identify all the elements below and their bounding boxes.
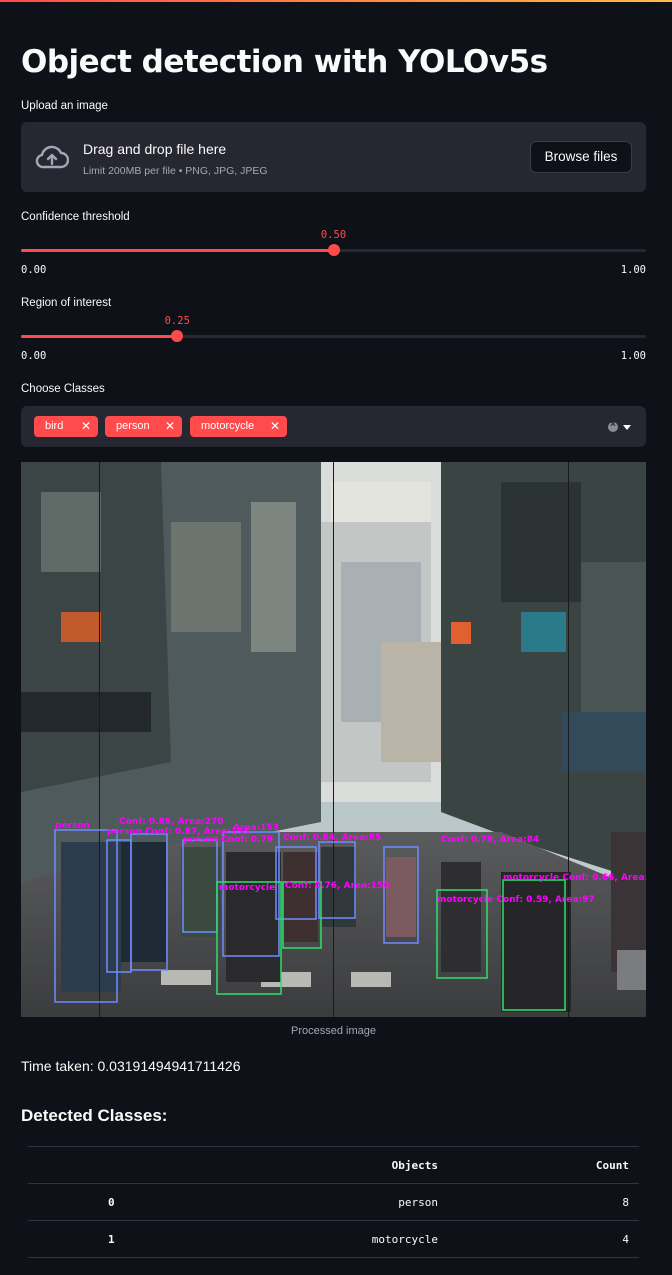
slider-min-label: 0.00 bbox=[21, 264, 47, 276]
region-of-interest-slider[interactable]: 0.25 0.00 1.00 bbox=[21, 315, 646, 362]
class-tag-bird[interactable]: bird ✕ bbox=[34, 416, 98, 437]
remove-tag-icon[interactable]: ✕ bbox=[270, 416, 280, 437]
detection-label: Conf: 0.84, Area:85 bbox=[283, 833, 381, 843]
slider-fill bbox=[21, 335, 178, 338]
slider-max-label: 1.00 bbox=[620, 350, 646, 362]
image-caption: Processed image bbox=[291, 1025, 376, 1037]
classes-multiselect[interactable]: bird ✕ person ✕ motorcycle ✕ bbox=[21, 406, 646, 447]
table-header-count: Count bbox=[448, 1146, 639, 1184]
row-object: person bbox=[228, 1183, 448, 1221]
detection-label: Conf: 0.89, Area:270 bbox=[119, 817, 224, 827]
slider-value: 0.25 bbox=[164, 315, 190, 327]
table-row: 0 person 8 bbox=[28, 1183, 639, 1221]
table-row: 1 motorcycle 4 bbox=[28, 1220, 639, 1258]
table-header-objects: Objects bbox=[228, 1146, 448, 1184]
detection-label: Area:153 bbox=[233, 823, 279, 833]
clear-selection-icon[interactable] bbox=[608, 419, 618, 432]
detection-label: motorcycle Conf: 0.59, Area:97 bbox=[437, 895, 595, 905]
slider-min-label: 0.00 bbox=[21, 350, 47, 362]
slider-fill bbox=[21, 249, 334, 252]
confidence-threshold-slider[interactable]: 0.50 0.00 1.00 bbox=[21, 229, 646, 276]
detection-label: person bbox=[55, 821, 90, 831]
detection-label: person Conf: 0.79 bbox=[183, 835, 273, 845]
app-top-decoration bbox=[0, 0, 672, 2]
class-tag-motorcycle[interactable]: motorcycle ✕ bbox=[190, 416, 287, 437]
row-count: 4 bbox=[448, 1220, 639, 1258]
slider-value: 0.50 bbox=[320, 229, 347, 241]
slider-thumb[interactable] bbox=[171, 330, 184, 342]
row-index: 0 bbox=[28, 1183, 228, 1221]
detected-classes-heading: Detected Classes: bbox=[21, 1106, 168, 1125]
dropzone-title: Drag and drop file here bbox=[83, 141, 227, 157]
time-taken-text: Time taken: 0.03191494941711426 bbox=[21, 1058, 241, 1074]
detected-classes-table: Objects Count 0 person 8 1 motorcycle 4 bbox=[28, 1146, 639, 1258]
slider-thumb[interactable] bbox=[327, 244, 340, 256]
class-tag-label: person bbox=[116, 420, 150, 432]
detection-label: Conf: 0.79, Area:84 bbox=[441, 835, 539, 845]
detection-label: motorcycle bbox=[219, 883, 275, 893]
processed-image: person Conf: 0.89, Area:270 person Conf:… bbox=[21, 462, 646, 1017]
confidence-threshold-label: Confidence threshold bbox=[21, 211, 130, 223]
row-index: 1 bbox=[28, 1220, 228, 1258]
file-uploader-dropzone[interactable]: Drag and drop file here Limit 200MB per … bbox=[21, 122, 646, 192]
class-tag-label: motorcycle bbox=[201, 420, 255, 432]
dropzone-limit-text: Limit 200MB per file • PNG, JPG, JPEG bbox=[83, 165, 268, 177]
remove-tag-icon[interactable]: ✕ bbox=[165, 416, 175, 437]
class-tag-label: bird bbox=[45, 420, 64, 432]
region-of-interest-label: Region of interest bbox=[21, 297, 112, 309]
table-header-row: Objects Count bbox=[28, 1146, 639, 1184]
street-scene-detections: person Conf: 0.89, Area:270 person Conf:… bbox=[21, 462, 646, 1017]
row-count: 8 bbox=[448, 1183, 639, 1221]
class-tag-person[interactable]: person ✕ bbox=[105, 416, 182, 437]
chevron-down-icon[interactable] bbox=[623, 425, 631, 430]
cloud-upload-icon bbox=[35, 145, 69, 169]
choose-classes-label: Choose Classes bbox=[21, 383, 105, 395]
remove-tag-icon[interactable]: ✕ bbox=[81, 416, 91, 437]
table-header-index bbox=[28, 1146, 228, 1184]
slider-max-label: 1.00 bbox=[620, 264, 646, 276]
page-title: Object detection with YOLOv5s bbox=[21, 44, 548, 80]
detection-label: Conf: 0.76, Area:150 bbox=[285, 881, 390, 891]
row-object: motorcycle bbox=[228, 1220, 448, 1258]
detection-label: motorcycle Conf: 0.66, Area: bbox=[503, 873, 646, 883]
upload-label: Upload an image bbox=[21, 100, 108, 112]
browse-files-button[interactable]: Browse files bbox=[530, 141, 632, 173]
